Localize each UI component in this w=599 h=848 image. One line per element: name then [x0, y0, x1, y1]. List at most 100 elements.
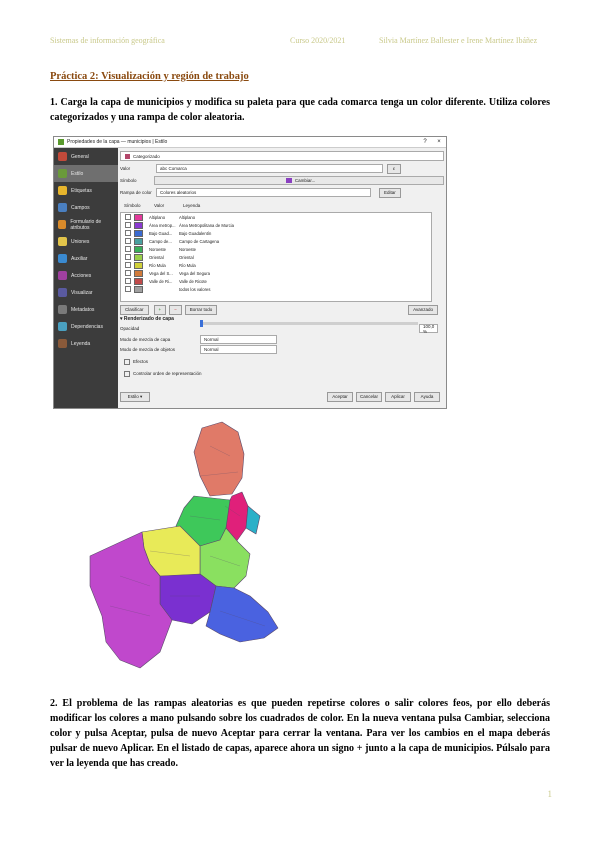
sidebar-item-10[interactable]: Dependencias: [54, 318, 118, 335]
category-checkbox[interactable]: [125, 262, 131, 268]
category-row[interactable]: Oriental Oriental: [121, 253, 431, 261]
cancel-button[interactable]: Cancelar: [356, 391, 382, 402]
opacity-slider-handle[interactable]: [200, 320, 203, 327]
category-row[interactable]: Área metrop... Área Metropolitana de Murc…: [121, 221, 431, 229]
sidebar-item-label: Metadatos: [71, 306, 95, 313]
opacity-field[interactable]: 100,0 %: [419, 324, 438, 334]
blend-layer-label: Modo de mezcla de capa: [120, 337, 171, 342]
symbol-swatch-icon: [285, 178, 292, 183]
map-region-east-coast: [245, 505, 261, 535]
category-color-swatch[interactable]: [134, 253, 143, 261]
dialog-titlebar: Propiedades de la capa — municipios | Es…: [54, 137, 446, 148]
ramp-select[interactable]: Colores aleatorios: [156, 188, 371, 197]
category-row[interactable]: Valle de Ri... Valle de Ricote: [121, 277, 431, 285]
category-checkbox[interactable]: [125, 286, 131, 292]
sidebar-item-4[interactable]: Formulario de atributos: [54, 216, 118, 233]
remove-icon[interactable]: −: [169, 304, 182, 315]
style-button[interactable]: Estilo ▾: [120, 391, 150, 402]
header-subject: Sistemas de información geográfica: [50, 36, 165, 45]
category-row[interactable]: Bajo Guad... Bajo Guadalentín: [121, 229, 431, 237]
value-field[interactable]: abc Comarca: [156, 164, 383, 173]
category-checkbox[interactable]: [125, 230, 131, 236]
sidebar-item-8[interactable]: Visualizar: [54, 284, 118, 301]
sidebar-item-9[interactable]: Metadatos: [54, 301, 118, 318]
renderer-select[interactable]: Categorizado: [120, 151, 444, 161]
sidebar-item-label: Formulario de atributos: [70, 218, 102, 231]
category-value: Campo de...: [149, 238, 172, 244]
category-row[interactable]: Noroeste Noroeste: [121, 245, 431, 253]
dialog-title: Propiedades de la capa — municipios | Es…: [67, 139, 168, 145]
opacity-slider[interactable]: [200, 320, 418, 327]
category-checkbox[interactable]: [125, 238, 131, 244]
sidebar-icon: [58, 203, 67, 212]
expression-button[interactable]: ε: [387, 163, 401, 174]
delete-all-button[interactable]: Borrar todo: [184, 304, 218, 315]
sidebar-item-3[interactable]: Campos: [54, 199, 118, 216]
category-row[interactable]: todos los valores: [121, 285, 431, 293]
effects-checkbox[interactable]: [124, 358, 130, 365]
classify-button[interactable]: Clasificar: [120, 304, 149, 315]
category-checkbox[interactable]: [125, 270, 131, 276]
category-row[interactable]: Río Mula Río Mula: [121, 261, 431, 269]
category-value: Altiplano: [149, 214, 166, 220]
accept-button[interactable]: Aceptar: [327, 391, 353, 402]
sidebar-item-0[interactable]: General: [54, 148, 118, 165]
category-checkbox[interactable]: [125, 254, 131, 260]
category-value: Río Mula: [149, 262, 166, 268]
renderer-value: Categorizado: [133, 153, 160, 159]
category-color-swatch[interactable]: [134, 261, 143, 269]
style-panel: Categorizado Valor abc Comarca ε Símbolo…: [120, 148, 444, 408]
category-row[interactable]: Altiplano Altiplano: [121, 213, 431, 221]
sidebar-item-7[interactable]: Acciones: [54, 267, 118, 284]
category-legend: Río Mula: [179, 262, 196, 268]
category-color-swatch[interactable]: [134, 221, 143, 229]
blend-feature-select[interactable]: Normal: [200, 345, 277, 354]
category-color-swatch[interactable]: [134, 269, 143, 277]
category-row[interactable]: Campo de... Campo de Cartagena: [121, 237, 431, 245]
category-list: Altiplano Altiplano Área metrop... Área Met…: [120, 212, 432, 302]
category-row[interactable]: Vega del S... Vega del Segura: [121, 269, 431, 277]
blend-layer-select[interactable]: Normal: [200, 335, 277, 344]
category-color-swatch[interactable]: [134, 277, 143, 285]
header-course: Curso 2020/2021: [290, 36, 346, 45]
comarcas-map: [89, 421, 279, 669]
category-color-swatch[interactable]: [134, 213, 143, 221]
category-checkbox[interactable]: [125, 278, 131, 284]
sidebar-item-label: Leyenda: [71, 340, 91, 347]
render-section-title: ▾ Renderizado de capa: [120, 316, 174, 322]
apply-button[interactable]: Aplicar: [385, 391, 411, 402]
category-color-swatch[interactable]: [134, 229, 143, 237]
add-icon[interactable]: +: [153, 304, 167, 315]
symbol-button[interactable]: Cambiar...: [154, 176, 444, 185]
category-color-swatch[interactable]: [134, 245, 143, 253]
category-checkbox[interactable]: [125, 222, 131, 228]
order-label: Controlar orden de representación: [133, 371, 202, 376]
advanced-button[interactable]: Avanzado: [408, 304, 438, 315]
sidebar-icon: [58, 152, 67, 161]
effects-row: Efectos: [120, 357, 444, 366]
header-authors: Silvia Martínez Ballester e Irene Martín…: [379, 36, 538, 45]
sidebar-item-2[interactable]: Etiquetas: [54, 182, 118, 199]
paragraph-2: 2. El problema de las rampas aleatorias …: [50, 698, 550, 769]
category-color-swatch[interactable]: [134, 237, 143, 245]
close-icon[interactable]: ×: [432, 139, 446, 145]
sidebar-icon: [58, 254, 67, 263]
ramp-row: Rampa de color Colores aleatorios Editar: [120, 187, 444, 198]
sidebar-item-11[interactable]: Leyenda: [54, 335, 118, 352]
sidebar-item-1[interactable]: Estilo: [54, 165, 118, 182]
sidebar-item-5[interactable]: Uniones: [54, 233, 118, 250]
edit-ramp-button[interactable]: Editar: [379, 187, 401, 198]
category-legend: Valle de Ricote: [179, 278, 207, 284]
help-button[interactable]: Ayuda: [414, 391, 440, 402]
map-region-altiplano-north: [193, 421, 245, 497]
order-checkbox[interactable]: [124, 370, 130, 377]
category-color-swatch[interactable]: [134, 285, 143, 293]
category-value: Vega del S...: [149, 270, 173, 276]
category-legend: Altiplano: [179, 214, 196, 220]
category-checkbox[interactable]: [125, 214, 131, 220]
blend-feature-label: Modo de mezcla de objetos: [120, 347, 176, 352]
category-checkbox[interactable]: [125, 246, 131, 252]
sidebar-item-6[interactable]: Auxiliar: [54, 250, 118, 267]
help-icon[interactable]: ?: [418, 139, 432, 145]
qgis-icon: [58, 139, 64, 145]
